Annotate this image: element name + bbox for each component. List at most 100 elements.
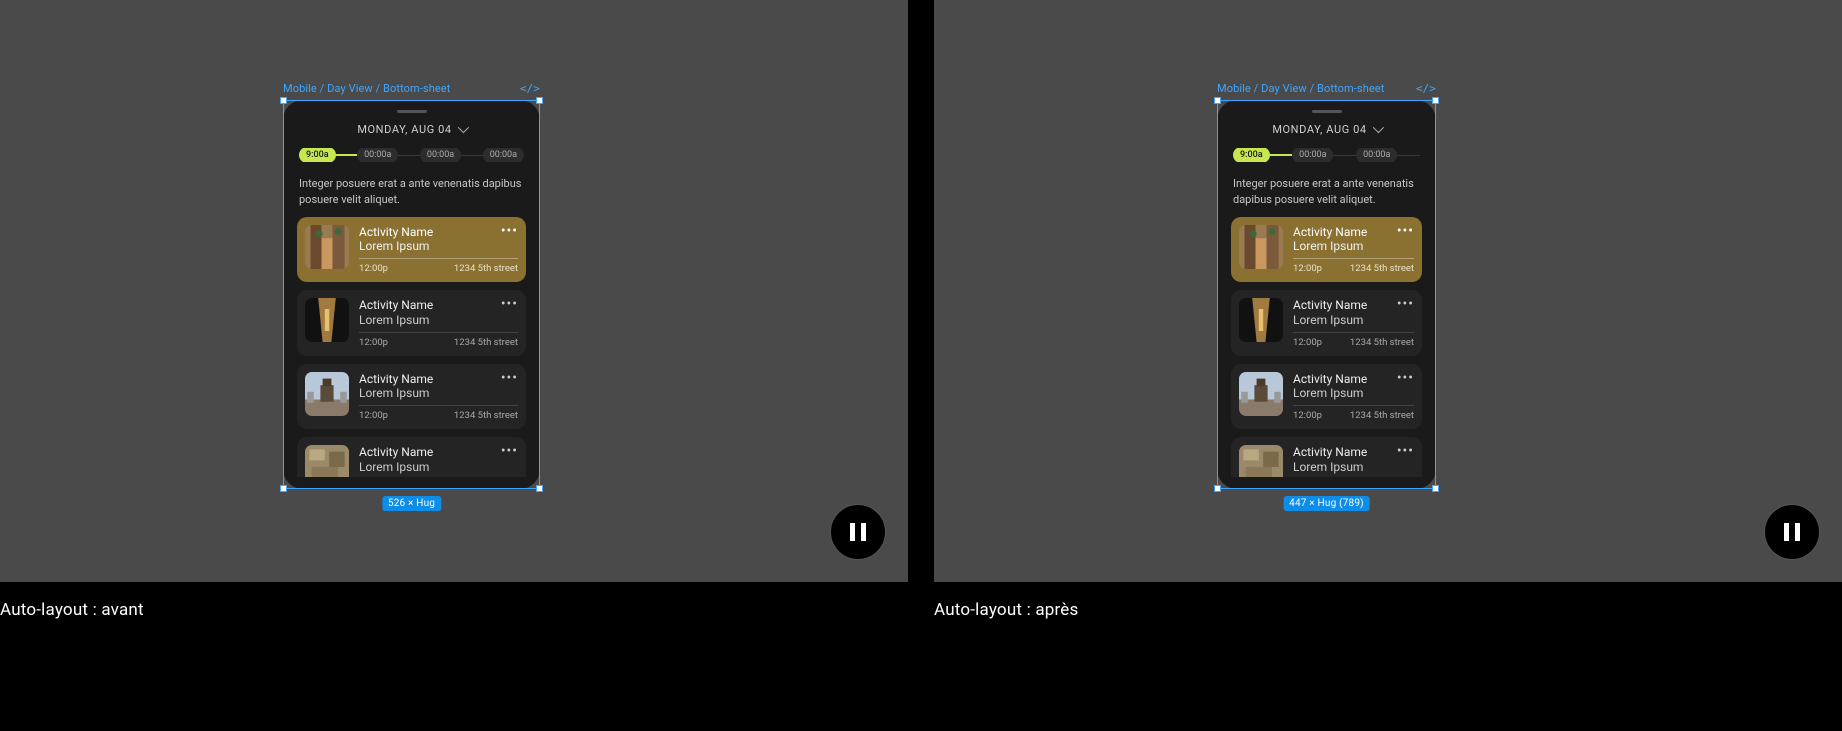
- canvas-right[interactable]: Mobile / Day View / Bottom-sheet </> MON…: [934, 0, 1842, 582]
- activity-subtitle: Lorem Ipsum: [1293, 313, 1367, 327]
- activity-subtitle: Lorem Ipsum: [1293, 460, 1367, 474]
- activity-card[interactable]: Activity Name Lorem Ipsum ••• 12:00p 123…: [297, 290, 526, 355]
- separator: [359, 332, 518, 333]
- activity-thumbnail: [1239, 298, 1283, 342]
- timeline-connector: [336, 154, 358, 156]
- activity-subtitle: Lorem Ipsum: [359, 460, 433, 474]
- activity-title: Activity Name: [1293, 225, 1367, 239]
- activity-thumbnail: [305, 298, 349, 342]
- activity-address: 1234 5th street: [1350, 263, 1414, 274]
- frame-label[interactable]: Mobile / Day View / Bottom-sheet: [283, 82, 450, 95]
- activity-title: Activity Name: [1293, 298, 1367, 312]
- activity-thumbnail: [305, 372, 349, 416]
- activity-time: 12:00p: [1293, 263, 1322, 274]
- pause-icon: [861, 523, 866, 541]
- activity-card[interactable]: Activity Name Lorem Ipsum ••• 12:00p 123…: [1231, 290, 1422, 355]
- activity-title: Activity Name: [1293, 445, 1367, 459]
- activity-thumbnail: [1239, 225, 1283, 269]
- more-icon[interactable]: •••: [1397, 225, 1414, 235]
- separator: [1293, 258, 1414, 259]
- activity-thumbnail: [305, 445, 349, 477]
- drag-handle[interactable]: [1312, 110, 1342, 113]
- activity-thumbnail: [305, 225, 349, 269]
- timeline: 9:00a 00:00a 00:00a: [1233, 148, 1420, 163]
- timeline-pill[interactable]: 00:00a: [483, 148, 524, 163]
- activity-title: Activity Name: [1293, 372, 1367, 386]
- dimensions-badge: 526 × Hug: [382, 496, 441, 511]
- timeline: 9:00a 00:00a 00:00a 00:00a: [299, 148, 524, 163]
- activity-address: 1234 5th street: [1350, 410, 1414, 421]
- date-selector[interactable]: MONDAY, AUG 04: [297, 123, 526, 136]
- activity-card[interactable]: Activity Name Lorem Ipsum ••• 12:00p 123…: [297, 437, 526, 477]
- pause-icon: [1795, 523, 1800, 541]
- separator: [1293, 405, 1414, 406]
- timeline-pill[interactable]: 00:00a: [357, 148, 398, 163]
- activity-thumbnail: [1239, 372, 1283, 416]
- timeline-connector: [1397, 155, 1420, 156]
- date-label: MONDAY, AUG 04: [1272, 123, 1366, 136]
- timeline-pill[interactable]: 00:00a: [420, 148, 461, 163]
- activity-time: 12:00p: [1293, 337, 1322, 348]
- description-text: Integer posuere erat a ante venenatis da…: [1233, 176, 1420, 207]
- activity-subtitle: Lorem Ipsum: [359, 386, 433, 400]
- separator: [1293, 332, 1414, 333]
- more-icon[interactable]: •••: [501, 225, 518, 235]
- activity-title: Activity Name: [359, 445, 433, 459]
- more-icon[interactable]: •••: [1397, 445, 1414, 455]
- activity-card[interactable]: Activity Name Lorem Ipsum ••• 12:00p 123…: [297, 217, 526, 282]
- more-icon[interactable]: •••: [501, 445, 518, 455]
- dimensions-badge: 447 × Hug (789): [1283, 496, 1370, 511]
- canvas-left[interactable]: Mobile / Day View / Bottom-sheet </> MON…: [0, 0, 908, 582]
- timeline-pill[interactable]: 00:00a: [1356, 148, 1397, 163]
- timeline-pill[interactable]: 00:00a: [1292, 148, 1333, 163]
- activity-thumbnail: [1239, 445, 1283, 477]
- activity-subtitle: Lorem Ipsum: [359, 313, 433, 327]
- activity-card[interactable]: Activity Name Lorem Ipsum ••• 12:00p 123…: [1231, 437, 1422, 477]
- activity-title: Activity Name: [359, 372, 433, 386]
- pause-icon: [1784, 523, 1789, 541]
- dev-mode-icon[interactable]: </>: [1416, 82, 1436, 95]
- timeline-connector: [1270, 154, 1293, 156]
- timeline-connector: [1333, 155, 1356, 156]
- activity-card[interactable]: Activity Name Lorem Ipsum ••• 12:00p 123…: [1231, 364, 1422, 429]
- more-icon[interactable]: •••: [501, 298, 518, 308]
- date-selector[interactable]: MONDAY, AUG 04: [1231, 123, 1422, 136]
- bottom-sheet[interactable]: MONDAY, AUG 04 9:00a 00:00a 00:00a 00:00a I…: [283, 100, 540, 489]
- activity-card[interactable]: Activity Name Lorem Ipsum ••• 12:00p 123…: [297, 364, 526, 429]
- separator: [359, 405, 518, 406]
- chevron-down-icon: [1372, 122, 1383, 133]
- activity-title: Activity Name: [359, 298, 433, 312]
- activity-subtitle: Lorem Ipsum: [1293, 386, 1367, 400]
- activity-address: 1234 5th street: [454, 263, 518, 274]
- drag-handle[interactable]: [397, 110, 427, 113]
- activity-address: 1234 5th street: [1350, 337, 1414, 348]
- timeline-pill[interactable]: 9:00a: [299, 148, 336, 163]
- activity-time: 12:00p: [359, 410, 388, 421]
- bottom-sheet[interactable]: MONDAY, AUG 04 9:00a 00:00a 00:00a Integer…: [1217, 100, 1436, 489]
- activity-list: Activity Name Lorem Ipsum ••• 12:00p 123…: [297, 217, 526, 477]
- activity-subtitle: Lorem Ipsum: [1293, 239, 1367, 253]
- timeline-pill[interactable]: 9:00a: [1233, 148, 1270, 163]
- pause-icon: [850, 523, 855, 541]
- pause-button[interactable]: [830, 504, 886, 560]
- dev-mode-icon[interactable]: </>: [520, 82, 540, 95]
- more-icon[interactable]: •••: [1397, 372, 1414, 382]
- timeline-connector: [398, 155, 420, 156]
- pause-button[interactable]: [1764, 504, 1820, 560]
- activity-subtitle: Lorem Ipsum: [359, 239, 433, 253]
- caption-right: Auto-layout : après: [934, 582, 1842, 620]
- frame-label[interactable]: Mobile / Day View / Bottom-sheet: [1217, 82, 1384, 95]
- activity-time: 12:00p: [1293, 410, 1322, 421]
- separator: [359, 258, 518, 259]
- more-icon[interactable]: •••: [501, 372, 518, 382]
- activity-address: 1234 5th street: [454, 337, 518, 348]
- caption-left: Auto-layout : avant: [0, 582, 908, 620]
- more-icon[interactable]: •••: [1397, 298, 1414, 308]
- activity-time: 12:00p: [359, 337, 388, 348]
- description-text: Integer posuere erat a ante venenatis da…: [299, 176, 524, 207]
- activity-title: Activity Name: [359, 225, 433, 239]
- activity-address: 1234 5th street: [454, 410, 518, 421]
- timeline-connector: [461, 155, 483, 156]
- activity-card[interactable]: Activity Name Lorem Ipsum ••• 12:00p 123…: [1231, 217, 1422, 282]
- date-label: MONDAY, AUG 04: [357, 123, 451, 136]
